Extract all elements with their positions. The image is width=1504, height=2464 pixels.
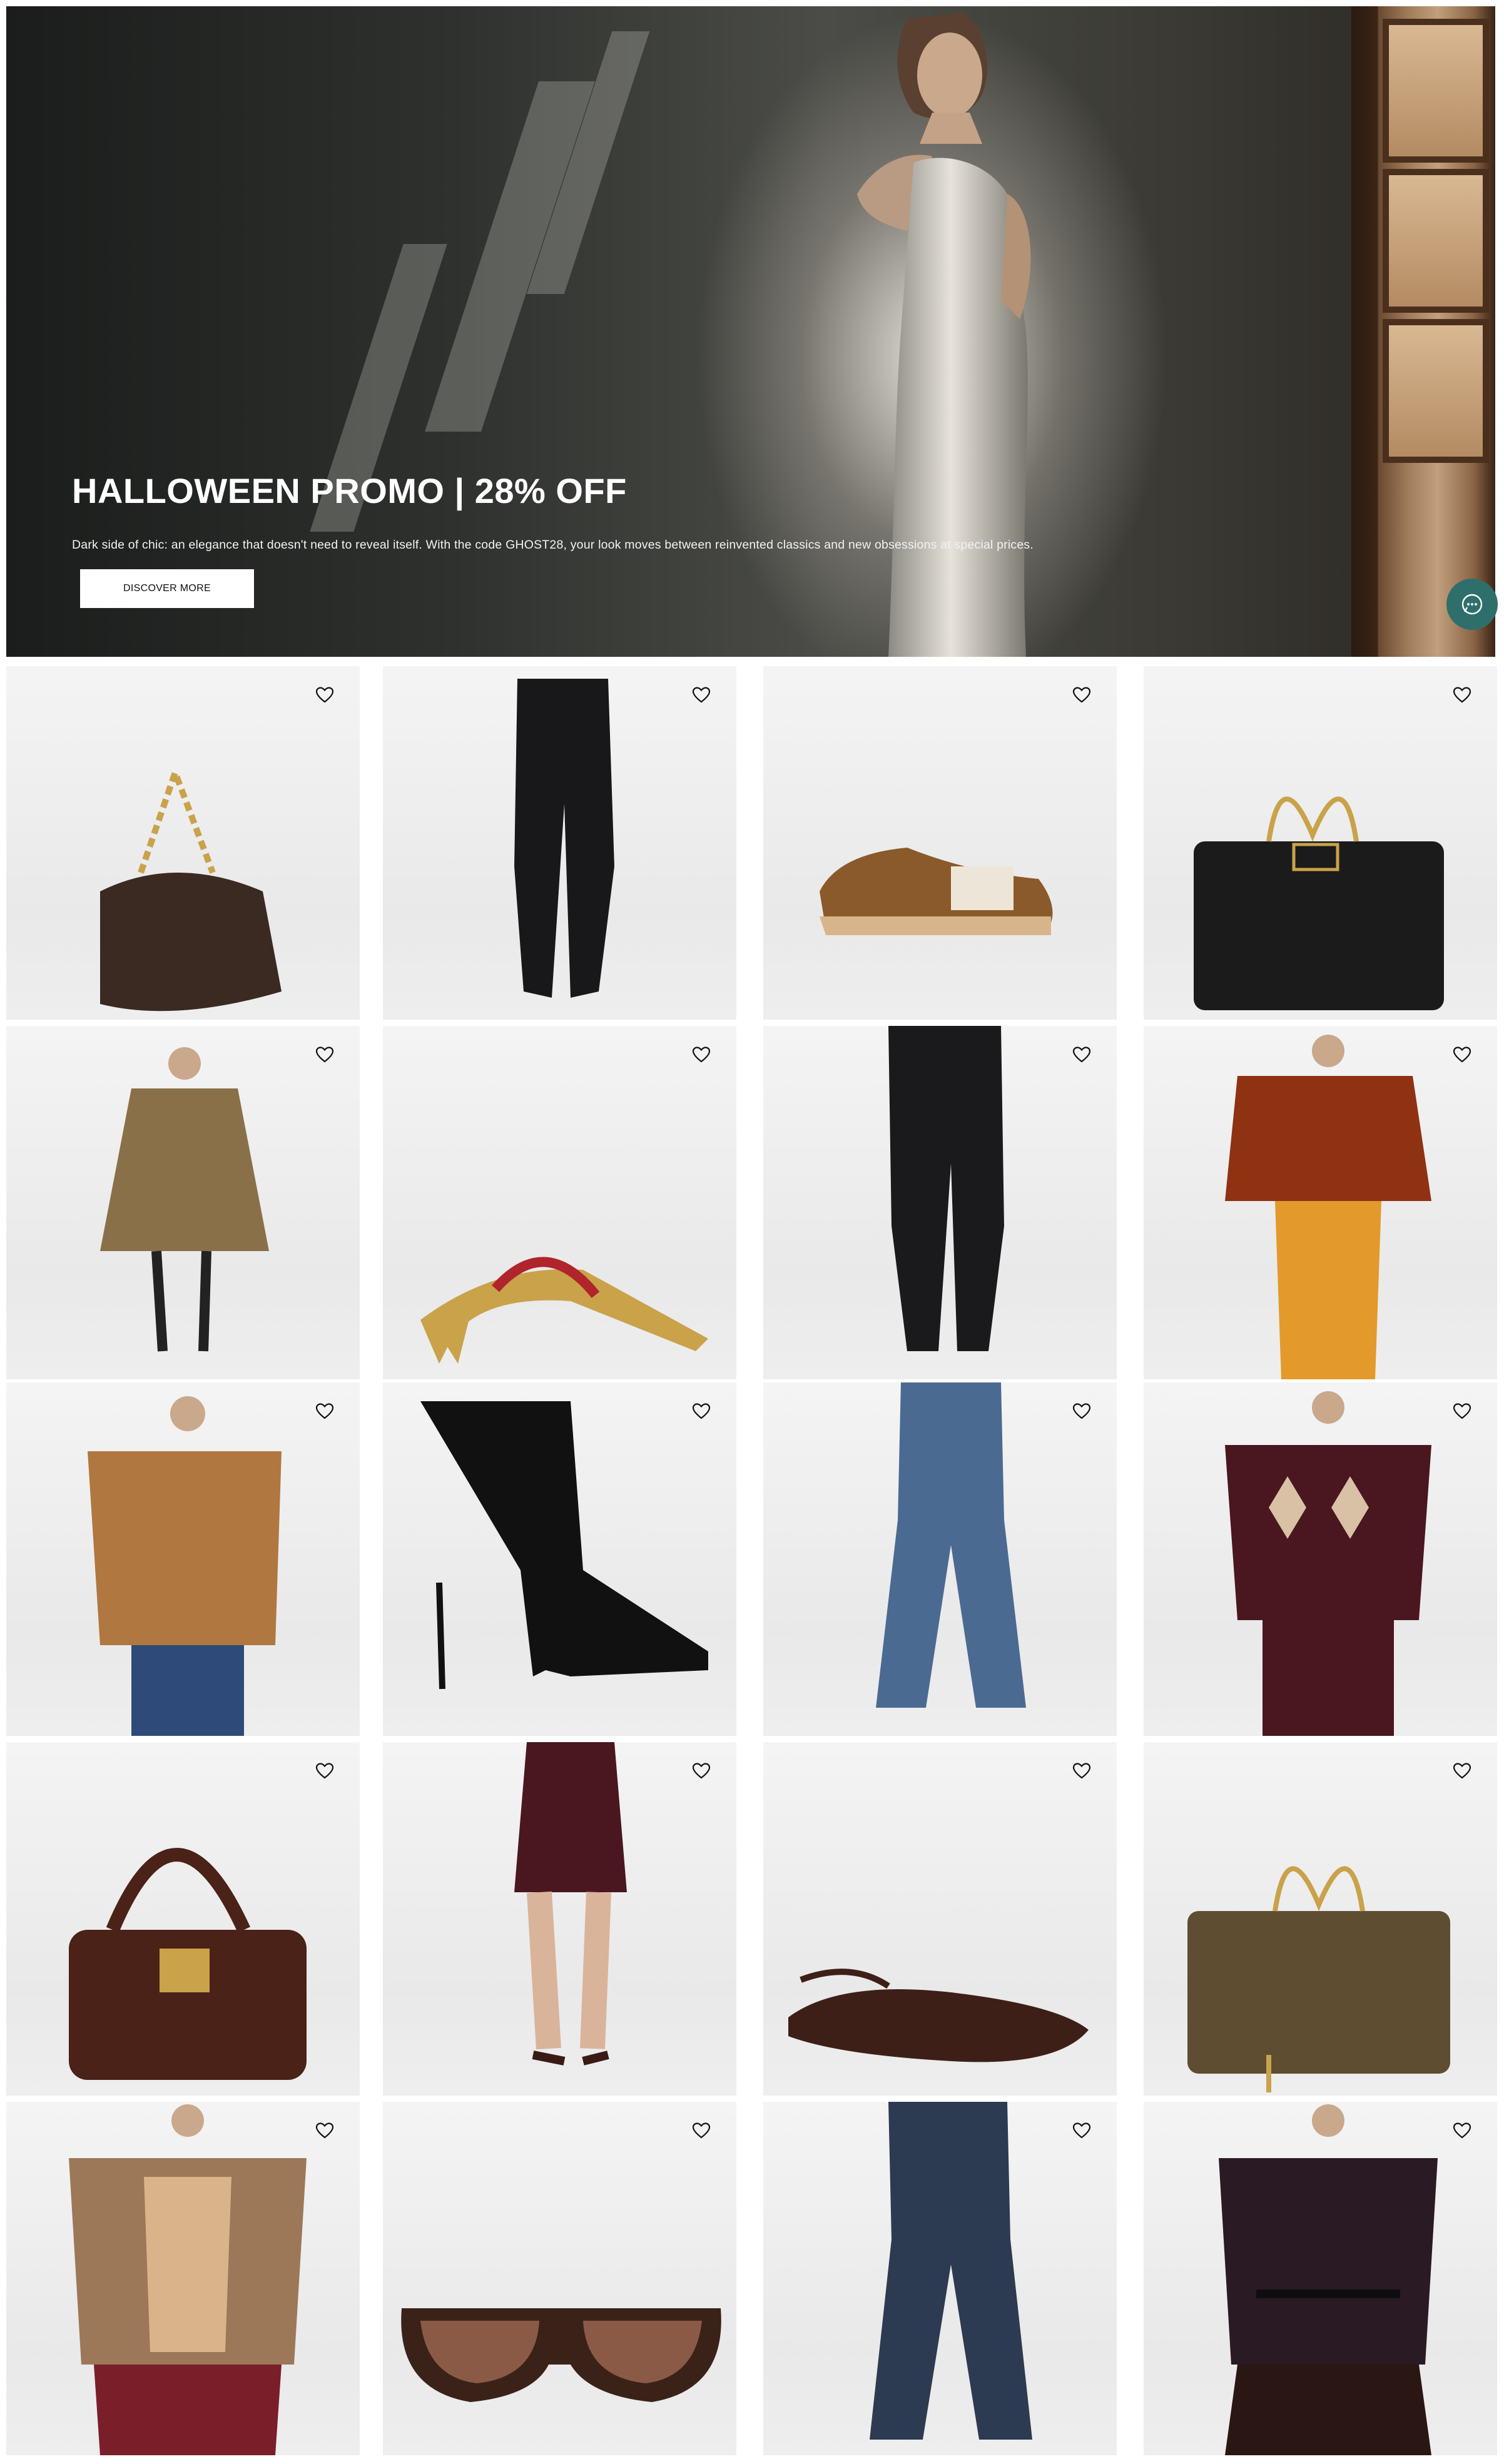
product-image <box>1219 2104 1438 2455</box>
product-argyle-sweater[interactable] <box>1144 1382 1497 1736</box>
product-leopard-print-cape[interactable] <box>6 1026 360 1379</box>
heart-icon <box>315 1763 334 1779</box>
wishlist-button[interactable] <box>311 1397 338 1425</box>
heart-icon <box>1453 687 1471 703</box>
product-image <box>88 1396 282 1736</box>
wishlist-button[interactable] <box>688 1041 715 1068</box>
product-image <box>876 1382 1026 1708</box>
product-black-leather-flared-trousers[interactable] <box>383 666 736 1020</box>
product-fur-jacket[interactable] <box>6 2102 360 2455</box>
heart-icon <box>1453 1047 1471 1063</box>
wishlist-button[interactable] <box>1068 2117 1095 2144</box>
wishlist-button[interactable] <box>1448 1397 1476 1425</box>
product-image <box>820 848 1053 935</box>
product-image <box>100 1047 269 1352</box>
heart-icon <box>315 1403 334 1419</box>
product-olive-quilted-shoulder-bag[interactable] <box>1144 1742 1497 2096</box>
heart-icon <box>1072 1047 1091 1063</box>
product-image <box>401 2308 721 2402</box>
wishlist-button[interactable] <box>1068 1757 1095 1785</box>
product-black-quilted-shoulder-bag[interactable] <box>1144 666 1497 1020</box>
product-rust-blouse-orange-skirt[interactable] <box>1144 1026 1497 1379</box>
wishlist-button[interactable] <box>1448 2117 1476 2144</box>
wishlist-button[interactable] <box>311 1757 338 1785</box>
wishlist-button[interactable] <box>311 2117 338 2144</box>
product-black-leather-ankle-boot[interactable] <box>383 1382 736 1736</box>
heart-icon <box>1453 2122 1471 2139</box>
product-grid <box>0 0 1504 2464</box>
heart-icon <box>315 2122 334 2139</box>
product-dark-purple-shirt[interactable] <box>1144 2102 1497 2455</box>
product-image <box>100 763 282 1011</box>
heart-icon <box>315 1047 334 1063</box>
wishlist-button[interactable] <box>688 2117 715 2144</box>
product-shearling-jacket[interactable] <box>6 1382 360 1736</box>
product-image <box>788 1969 1089 2062</box>
heart-icon <box>692 687 711 703</box>
product-flared-blue-jeans[interactable] <box>763 1382 1117 1736</box>
heart-icon <box>1072 1763 1091 1779</box>
product-image <box>1225 1035 1431 1379</box>
product-brown-padlock-bag[interactable] <box>6 1742 360 2096</box>
product-black-leather-trousers[interactable] <box>763 1026 1117 1379</box>
wishlist-button[interactable] <box>311 681 338 709</box>
product-image <box>420 1401 708 1690</box>
wishlist-button[interactable] <box>1448 1041 1476 1068</box>
product-brown-mary-jane-flat[interactable] <box>763 1742 1117 2096</box>
heart-icon <box>1453 1763 1471 1779</box>
wishlist-button[interactable] <box>1448 1757 1476 1785</box>
product-image <box>514 679 614 998</box>
product-gold-red-strappy-sandal[interactable] <box>383 1026 736 1379</box>
heart-icon <box>1072 687 1091 703</box>
heart-icon <box>1072 2122 1091 2139</box>
heart-icon <box>315 687 334 703</box>
product-image <box>1194 796 1444 1010</box>
product-brown-leather-clutch-chain[interactable] <box>6 666 360 1020</box>
product-leopard-print-sneaker[interactable] <box>763 666 1117 1020</box>
product-image <box>69 1848 307 2080</box>
wishlist-button[interactable] <box>1448 681 1476 709</box>
heart-icon <box>692 1047 711 1063</box>
wishlist-button[interactable] <box>1068 1397 1095 1425</box>
heart-icon <box>1072 1403 1091 1419</box>
wishlist-button[interactable] <box>688 681 715 709</box>
wishlist-button[interactable] <box>1068 681 1095 709</box>
heart-icon <box>692 1403 711 1419</box>
product-image <box>514 1742 627 2066</box>
heart-icon <box>1453 1403 1471 1419</box>
wishlist-button[interactable] <box>688 1397 715 1425</box>
product-image <box>1225 1391 1431 1736</box>
heart-icon <box>692 2122 711 2139</box>
product-image <box>888 1026 1004 1351</box>
product-image <box>69 2104 307 2455</box>
heart-icon <box>692 1763 711 1779</box>
wishlist-button[interactable] <box>1068 1041 1095 1068</box>
product-image <box>420 1257 708 1364</box>
product-image <box>1187 1866 1450 2092</box>
product-argyle-mini-skirt[interactable] <box>383 1742 736 2096</box>
product-dark-flared-jeans[interactable] <box>763 2102 1117 2455</box>
product-tortoise-shield-sunglasses[interactable] <box>383 2102 736 2455</box>
product-image <box>870 2102 1032 2440</box>
wishlist-button[interactable] <box>311 1041 338 1068</box>
wishlist-button[interactable] <box>688 1757 715 1785</box>
